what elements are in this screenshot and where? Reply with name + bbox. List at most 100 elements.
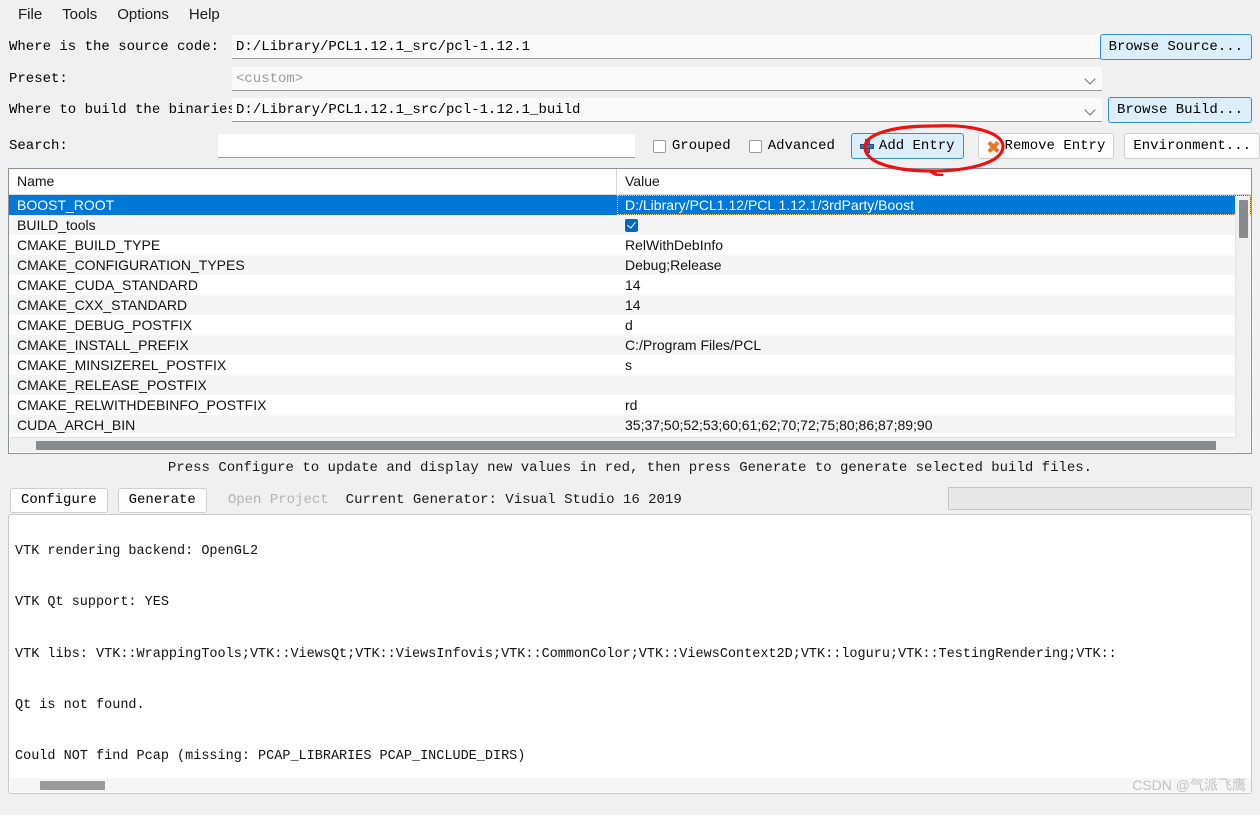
menu-help[interactable]: Help xyxy=(179,4,230,25)
log-output[interactable]: VTK rendering backend: OpenGL2 VTK Qt su… xyxy=(8,514,1252,794)
preset-value: <custom> xyxy=(236,71,1084,87)
cache-entry-name: CMAKE_MINSIZEREL_POSTFIX xyxy=(9,355,617,375)
cache-entry-value[interactable]: C:/Program Files/PCL xyxy=(617,335,1251,355)
table-row[interactable]: CMAKE_CXX_STANDARD 14 xyxy=(9,295,1251,315)
cache-toolbar: Search: Grouped Advanced Add Entry Remov… xyxy=(0,128,1260,164)
cache-entry-name: CMAKE_INSTALL_PREFIX xyxy=(9,335,617,355)
table-row[interactable]: CMAKE_RELEASE_POSTFIX xyxy=(9,375,1251,395)
column-header-name[interactable]: Name xyxy=(9,169,617,195)
table-row[interactable]: CMAKE_BUILD_TYPE RelWithDebInfo xyxy=(9,235,1251,255)
menu-tools[interactable]: Tools xyxy=(52,4,107,25)
browse-build-button[interactable]: Browse Build... xyxy=(1108,97,1252,123)
cache-entry-name: CMAKE_RELWITHDEBINFO_POSTFIX xyxy=(9,395,617,415)
preset-row: Preset: <custom> xyxy=(0,64,1260,94)
action-bar: Configure Generate Open Project Current … xyxy=(0,486,1260,514)
cross-icon xyxy=(987,140,1000,153)
build-path-value: D:/Library/PCL1.12.1_src/pcl-1.12.1_buil… xyxy=(236,102,1084,118)
cache-entry-name: BOOST_ROOT xyxy=(9,195,617,215)
cache-entry-value[interactable]: s xyxy=(617,355,1251,375)
build-row: Where to build the binaries: D:/Library/… xyxy=(0,95,1260,125)
open-project-button: Open Project xyxy=(217,488,340,513)
cache-entry-name: CMAKE_CUDA_STANDARD xyxy=(9,275,617,295)
table-header: Name Value xyxy=(9,169,1251,195)
generate-button[interactable]: Generate xyxy=(118,488,207,513)
watermark: CSDN @气派飞鹰 xyxy=(1132,775,1246,795)
log-line: Could NOT find Pcap (missing: PCAP_LIBRA… xyxy=(15,748,1252,765)
table-vertical-scrollbar[interactable] xyxy=(1235,196,1250,454)
menu-file[interactable]: File xyxy=(8,4,52,25)
log-horizontal-scrollbar[interactable] xyxy=(10,778,1251,792)
cache-entry-value[interactable]: D:/Library/PCL1.12/PCL 1.12.1/3rdParty/B… xyxy=(617,195,1251,215)
path-form: Where is the source code: Browse Source.… xyxy=(0,28,1260,128)
add-entry-label: Add Entry xyxy=(879,138,955,154)
column-header-value[interactable]: Value xyxy=(617,169,1251,195)
cache-entry-name: BUILD_tools xyxy=(9,215,617,235)
browse-source-button[interactable]: Browse Source... xyxy=(1100,34,1252,60)
advanced-checkbox[interactable]: Advanced xyxy=(749,138,835,154)
table-row[interactable]: CUDA_ARCH_BIN 35;37;50;52;53;60;61;62;70… xyxy=(9,415,1251,433)
cache-entry-value[interactable]: d xyxy=(617,315,1251,335)
chevron-down-icon xyxy=(1084,72,1098,86)
remove-entry-button[interactable]: Remove Entry xyxy=(978,133,1115,159)
cache-entry-value[interactable]: 14 xyxy=(617,275,1251,295)
progress-bar xyxy=(948,487,1252,510)
search-label: Search: xyxy=(0,138,218,154)
log-line: VTK Qt support: YES xyxy=(15,594,1252,611)
table-row[interactable]: CMAKE_INSTALL_PREFIX C:/Program Files/PC… xyxy=(9,335,1251,355)
add-entry-button[interactable]: Add Entry xyxy=(851,133,964,159)
cache-entry-value[interactable]: RelWithDebInfo xyxy=(617,235,1251,255)
cache-entry-value[interactable]: Debug;Release xyxy=(617,255,1251,275)
log-line: VTK libs: VTK::WrappingTools;VTK::ViewsQ… xyxy=(15,646,1252,663)
scrollbar-thumb[interactable] xyxy=(36,441,1216,450)
environment-button[interactable]: Environment... xyxy=(1124,133,1260,159)
scrollbar-thumb[interactable] xyxy=(40,781,105,790)
build-path-combobox[interactable]: D:/Library/PCL1.12.1_src/pcl-1.12.1_buil… xyxy=(232,98,1102,122)
remove-entry-label: Remove Entry xyxy=(1005,138,1106,154)
log-line: Qt is not found. xyxy=(15,697,1252,714)
source-row: Where is the source code: Browse Source.… xyxy=(0,32,1260,62)
menubar: File Tools Options Help xyxy=(0,0,1260,28)
cache-entry-value[interactable] xyxy=(617,215,1251,235)
chevron-down-icon xyxy=(1084,103,1098,117)
table-row[interactable]: CMAKE_DEBUG_POSTFIX d xyxy=(9,315,1251,335)
preset-combobox[interactable]: <custom> xyxy=(232,67,1102,91)
cache-entry-name: CUDA_ARCH_BIN xyxy=(9,415,617,433)
table-row[interactable]: CMAKE_MINSIZEREL_POSTFIX s xyxy=(9,355,1251,375)
cache-entry-name: CMAKE_CXX_STANDARD xyxy=(9,295,617,315)
cmake-gui-window: File Tools Options Help Where is the sou… xyxy=(0,0,1260,815)
cache-entry-name: CMAKE_CONFIGURATION_TYPES xyxy=(9,255,617,275)
cache-entry-value[interactable]: rd xyxy=(617,395,1251,415)
checkbox-checked-icon[interactable] xyxy=(625,219,638,232)
checkbox-icon xyxy=(749,140,762,153)
source-label: Where is the source code: xyxy=(0,39,232,55)
log-text: VTK rendering backend: OpenGL2 VTK Qt su… xyxy=(15,514,1252,794)
table-horizontal-scrollbar[interactable] xyxy=(10,437,1236,452)
cache-entry-name: CMAKE_DEBUG_POSTFIX xyxy=(9,315,617,335)
cache-entry-name: CMAKE_BUILD_TYPE xyxy=(9,235,617,255)
table-body: BOOST_ROOT D:/Library/PCL1.12/PCL 1.12.1… xyxy=(9,195,1251,433)
table-row[interactable]: CMAKE_RELWITHDEBINFO_POSTFIX rd xyxy=(9,395,1251,415)
cache-entry-name: CMAKE_RELEASE_POSTFIX xyxy=(9,375,617,395)
cache-entry-value[interactable]: 14 xyxy=(617,295,1251,315)
current-generator-label: Current Generator: Visual Studio 16 2019 xyxy=(346,492,682,508)
plus-icon xyxy=(860,139,874,153)
table-row[interactable]: BOOST_ROOT D:/Library/PCL1.12/PCL 1.12.1… xyxy=(9,195,1251,215)
menu-options[interactable]: Options xyxy=(107,4,179,25)
table-row[interactable]: BUILD_tools xyxy=(9,215,1251,235)
grouped-checkbox[interactable]: Grouped xyxy=(653,138,731,154)
build-label: Where to build the binaries: xyxy=(0,102,232,118)
source-path-input[interactable] xyxy=(232,35,1102,59)
cache-table: Name Value BOOST_ROOT D:/Library/PCL1.12… xyxy=(8,168,1252,454)
configure-hint: Press Configure to update and display ne… xyxy=(0,460,1260,476)
table-row[interactable]: CMAKE_CUDA_STANDARD 14 xyxy=(9,275,1251,295)
search-input[interactable] xyxy=(218,134,635,158)
configure-button[interactable]: Configure xyxy=(10,488,108,513)
log-line: VTK rendering backend: OpenGL2 xyxy=(15,543,1252,560)
grouped-label: Grouped xyxy=(672,138,731,154)
table-row[interactable]: CMAKE_CONFIGURATION_TYPES Debug;Release xyxy=(9,255,1251,275)
preset-label: Preset: xyxy=(0,71,232,87)
advanced-label: Advanced xyxy=(768,138,835,154)
checkbox-icon xyxy=(653,140,666,153)
scrollbar-thumb[interactable] xyxy=(1239,200,1248,238)
cache-entry-value[interactable]: 35;37;50;52;53;60;61;62;70;72;75;80;86;8… xyxy=(617,415,1251,433)
